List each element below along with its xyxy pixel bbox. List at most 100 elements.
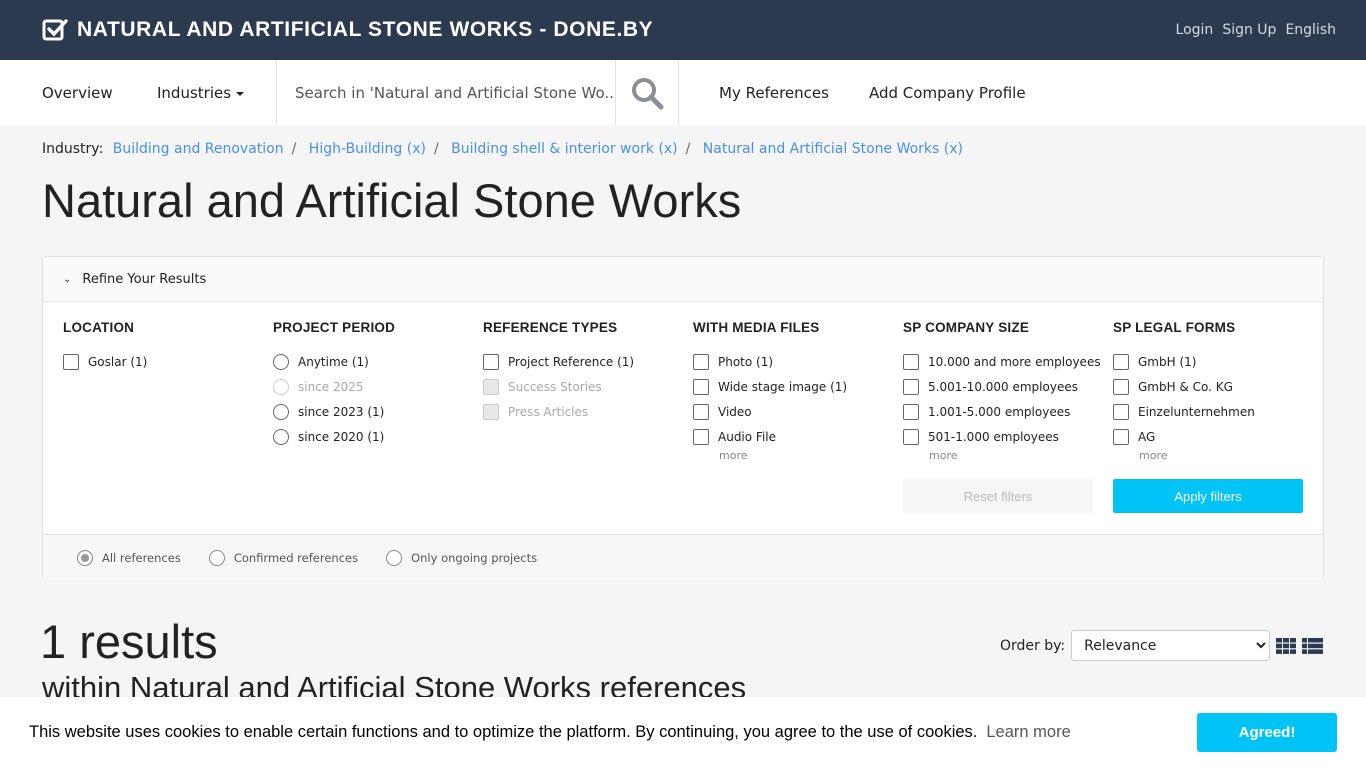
- breadcrumb: Industry: Building and Renovation / High-…: [42, 141, 968, 157]
- checkbox[interactable]: [693, 428, 709, 445]
- filter-title: PROJECT PERIOD: [273, 320, 396, 335]
- grid-view-icon[interactable]: [1276, 637, 1297, 654]
- filter-option: Success Stories: [483, 374, 683, 399]
- checkbox[interactable]: [1113, 428, 1129, 445]
- filter-title: LOCATION: [63, 320, 135, 335]
- scope-all[interactable]: All references: [77, 549, 181, 566]
- scope-confirmed[interactable]: Confirmed references: [208, 549, 359, 566]
- checkbox[interactable]: [1113, 378, 1129, 395]
- option-label: 5.001-10.000 employees: [928, 379, 1078, 394]
- checkbox[interactable]: [63, 353, 79, 370]
- more-link[interactable]: more: [1139, 449, 1313, 462]
- option-label: Goslar (1): [88, 354, 148, 369]
- scope-label: Confirmed references: [233, 550, 359, 565]
- filter-option[interactable]: Video: [693, 399, 893, 424]
- order-label: Order by:: [1000, 637, 1066, 654]
- filter-option: since 2025: [273, 374, 473, 399]
- option-label: since 2020 (1): [298, 429, 385, 444]
- filter-option[interactable]: Wide stage image (1): [693, 374, 893, 399]
- nav-industries-label: Industries: [157, 83, 232, 102]
- filter-option[interactable]: Audio File: [693, 424, 893, 449]
- filter-option[interactable]: 1.001-5.000 employees: [903, 399, 1103, 424]
- nav-add-company[interactable]: Add Company Profile: [869, 60, 1026, 125]
- checkbox[interactable]: [903, 403, 919, 420]
- filter-media-files: WITH MEDIA FILES Photo (1) Wide stage im…: [693, 302, 893, 462]
- brand[interactable]: NATURAL AND ARTIFICIAL STONE WORKS - DON…: [42, 18, 653, 42]
- filter-option[interactable]: Einzelunternehmen: [1113, 399, 1313, 424]
- option-label: Video: [718, 404, 752, 419]
- list-view-icon[interactable]: [1302, 637, 1324, 654]
- filter-project-period: PROJECT PERIOD Anytime (1) since 2025 si…: [273, 302, 473, 449]
- checkbox[interactable]: [693, 403, 709, 420]
- option-label: AG: [1138, 429, 1156, 444]
- more-link[interactable]: more: [719, 449, 893, 462]
- scope-label: Only ongoing projects: [411, 550, 538, 565]
- checkbox[interactable]: [903, 428, 919, 445]
- scope-label: All references: [102, 550, 181, 565]
- radio-selected[interactable]: [77, 549, 93, 566]
- radio[interactable]: [273, 353, 289, 370]
- radio[interactable]: [273, 403, 289, 420]
- filter-location: LOCATION Goslar (1): [63, 302, 263, 374]
- filter-option[interactable]: Photo (1): [693, 349, 893, 374]
- checkbox[interactable]: [903, 353, 919, 370]
- search-icon: [632, 77, 664, 109]
- filter-option[interactable]: 10.000 and more employees: [903, 349, 1103, 374]
- filter-option[interactable]: 5.001-10.000 employees: [903, 374, 1103, 399]
- checkbox: [483, 403, 499, 420]
- filter-option[interactable]: Anytime (1): [273, 349, 473, 374]
- breadcrumb-label: Industry:: [42, 141, 104, 157]
- checkbox[interactable]: [483, 353, 499, 370]
- breadcrumb-item[interactable]: Building shell & interior work (x): [451, 141, 677, 157]
- search-button[interactable]: [616, 60, 679, 125]
- filter-option[interactable]: Goslar (1): [63, 349, 263, 374]
- checkbox: [483, 378, 499, 395]
- nav-my-references[interactable]: My References: [719, 60, 869, 125]
- checkbox[interactable]: [1113, 403, 1129, 420]
- radio[interactable]: [273, 428, 289, 445]
- scope-ongoing[interactable]: Only ongoing projects: [386, 549, 538, 566]
- cookie-banner: This website uses cookies to enable cert…: [0, 697, 1366, 768]
- filter-panel-toggle[interactable]: ⌄ Refine Your Results: [43, 257, 1323, 302]
- filter-option[interactable]: since 2020 (1): [273, 424, 473, 449]
- filter-panel: ⌄ Refine Your Results LOCATION Goslar (1…: [42, 256, 1324, 580]
- filter-option[interactable]: GmbH (1): [1113, 349, 1313, 374]
- option-label: since 2023 (1): [298, 404, 385, 419]
- order-by: Order by: Relevance: [1000, 630, 1324, 661]
- language-link[interactable]: English: [1285, 22, 1336, 38]
- chevron-down-icon: ⌄: [63, 273, 72, 285]
- filter-heading: Refine Your Results: [82, 271, 207, 287]
- filter-option[interactable]: AG: [1113, 424, 1313, 449]
- login-link[interactable]: Login: [1176, 22, 1214, 38]
- nav-industries[interactable]: Industries: [157, 60, 276, 125]
- option-label: GmbH & Co. KG: [1138, 379, 1233, 394]
- filter-option[interactable]: 501-1.000 employees: [903, 424, 1103, 449]
- filter-option[interactable]: GmbH & Co. KG: [1113, 374, 1313, 399]
- radio[interactable]: [208, 549, 225, 566]
- order-select[interactable]: Relevance: [1071, 630, 1271, 661]
- cookie-accept-button[interactable]: Agreed!: [1197, 713, 1337, 752]
- search-input[interactable]: Search in 'Natural and Artificial Stone …: [276, 60, 616, 125]
- filter-company-size: SP COMPANY SIZE 10.000 and more employee…: [903, 302, 1103, 462]
- breadcrumb-item[interactable]: High-Building (x): [309, 141, 426, 157]
- breadcrumb-item[interactable]: Natural and Artificial Stone Works (x): [703, 141, 963, 157]
- option-label: Wide stage image (1): [718, 379, 848, 394]
- brand-title: NATURAL AND ARTIFICIAL STONE WORKS - DON…: [77, 18, 654, 41]
- nav-overview[interactable]: Overview: [42, 60, 157, 125]
- radio[interactable]: [386, 549, 403, 566]
- option-label: 501-1.000 employees: [928, 429, 1059, 444]
- apply-filters-button[interactable]: Apply filters: [1113, 479, 1303, 513]
- signup-link[interactable]: Sign Up: [1222, 22, 1276, 38]
- reset-filters-button[interactable]: Reset filters: [903, 479, 1093, 513]
- option-label: Anytime (1): [298, 354, 369, 369]
- filter-option[interactable]: Project Reference (1): [483, 349, 683, 374]
- more-link[interactable]: more: [929, 449, 1103, 462]
- option-label: Photo (1): [718, 354, 774, 369]
- checkbox[interactable]: [1113, 353, 1129, 370]
- checkbox[interactable]: [903, 378, 919, 395]
- checkbox[interactable]: [693, 353, 709, 370]
- cookie-learn-more[interactable]: Learn more: [986, 723, 1070, 742]
- breadcrumb-item[interactable]: Building and Renovation: [113, 141, 284, 157]
- checkbox[interactable]: [693, 378, 709, 395]
- filter-option[interactable]: since 2023 (1): [273, 399, 473, 424]
